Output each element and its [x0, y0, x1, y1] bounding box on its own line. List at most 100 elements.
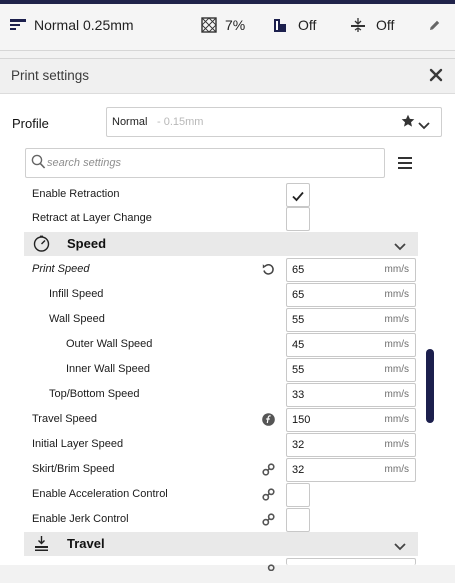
field-unit: mm/s — [384, 339, 409, 350]
setting-skirt-brim-speed: Skirt/Brim Speed 32 mm/s — [24, 458, 418, 483]
field-value: 150 — [292, 414, 311, 426]
setting-travel-speed: Travel Speed 150 mm/s — [24, 408, 418, 433]
setting-label: Outer Wall Speed — [66, 338, 153, 350]
wall-speed-input[interactable]: 55 mm/s — [286, 308, 416, 332]
profile-dropdown-layer-height: - 0.15mm — [157, 116, 204, 128]
search-placeholder: search settings — [47, 157, 121, 169]
field-value: 55 — [292, 314, 305, 326]
enable-retraction-checkbox[interactable] — [286, 183, 310, 207]
setting-print-speed: Print Speed 65 mm/s — [24, 258, 418, 283]
travel-icon — [33, 535, 50, 557]
setting-wall-speed: Wall Speed 55 mm/s — [24, 308, 418, 333]
profile-label: Profile — [12, 116, 49, 131]
chevron-down-icon — [394, 238, 406, 256]
inner-wall-speed-input[interactable]: 55 mm/s — [286, 358, 416, 382]
infill-value: 7% — [225, 17, 246, 33]
panel-header: Print settings — [0, 59, 455, 94]
field-unit: mm/s — [384, 264, 409, 275]
adhesion-value: Off — [376, 17, 395, 33]
profile-dropdown[interactable]: Normal - 0.15mm — [106, 107, 442, 137]
top-bottom-speed-input[interactable]: 33 mm/s — [286, 383, 416, 407]
setting-label: Enable Jerk Control — [32, 513, 129, 525]
print-speed-input[interactable]: 65 mm/s — [286, 258, 416, 282]
support-icon — [272, 17, 288, 33]
scrollbar-thumb[interactable] — [426, 349, 434, 423]
panel-title: Print settings — [11, 68, 90, 83]
link-icon[interactable] — [262, 488, 275, 501]
adhesion-summary[interactable]: Off — [350, 12, 394, 38]
profile-summary[interactable]: Normal 0.25mm — [10, 12, 134, 38]
setting-label: Skirt/Brim Speed — [32, 463, 115, 475]
field-value: 65 — [292, 264, 305, 276]
field-value: 32 — [292, 439, 305, 451]
link-icon[interactable] — [262, 513, 275, 526]
field-value: 32 — [292, 464, 305, 476]
infill-speed-input[interactable]: 65 mm/s — [286, 283, 416, 307]
support-summary[interactable]: Off — [272, 12, 316, 38]
enable-jerk-checkbox[interactable] — [286, 508, 310, 532]
setting-infill-speed: Infill Speed 65 mm/s — [24, 283, 418, 308]
setting-label: Travel Speed — [32, 413, 98, 425]
pencil-icon — [428, 19, 441, 32]
print-settings-panel: Print settings Profile Normal - 0.15mm s… — [0, 58, 455, 572]
search-settings-input[interactable]: search settings — [25, 148, 385, 178]
enable-acceleration-checkbox[interactable] — [286, 483, 310, 507]
setting-label: Infill Speed — [49, 288, 104, 300]
field-value: 65 — [292, 289, 305, 301]
reset-icon[interactable] — [262, 263, 275, 276]
field-unit: mm/s — [384, 364, 409, 375]
print-profile-icon — [10, 17, 26, 33]
chevron-down-icon — [418, 117, 430, 135]
setting-outer-wall-speed: Outer Wall Speed 45 mm/s — [24, 333, 418, 358]
link-icon[interactable] — [262, 463, 275, 476]
print-setup-bar[interactable]: Normal 0.25mm 7% Off Off — [0, 0, 455, 51]
profile-dropdown-name: Normal — [112, 116, 148, 128]
speedometer-icon — [33, 235, 50, 257]
setting-enable-acceleration: Enable Acceleration Control — [24, 483, 418, 508]
setting-inner-wall-speed: Inner Wall Speed 55 mm/s — [24, 358, 418, 383]
field-value: 55 — [292, 364, 305, 376]
close-icon[interactable] — [429, 68, 443, 82]
setting-enable-retraction: Enable Retraction — [24, 183, 418, 208]
settings-menu-icon[interactable] — [398, 156, 412, 174]
category-speed[interactable]: Speed — [24, 232, 418, 256]
skirt-brim-speed-input[interactable]: 32 mm/s — [286, 458, 416, 482]
star-icon[interactable] — [401, 114, 415, 133]
setting-enable-jerk: Enable Jerk Control — [24, 508, 418, 533]
setting-label: Top/Bottom Speed — [49, 388, 140, 400]
category-travel[interactable]: Travel — [24, 532, 418, 556]
field-value: 33 — [292, 389, 305, 401]
adhesion-icon — [350, 17, 366, 33]
field-unit: mm/s — [384, 389, 409, 400]
edit-settings-button[interactable] — [428, 12, 441, 38]
setting-label: Enable Acceleration Control — [32, 488, 168, 500]
field-value: 45 — [292, 339, 305, 351]
category-travel-label: Travel — [67, 536, 105, 551]
setting-label: Enable Retraction — [32, 188, 120, 200]
chevron-down-icon — [394, 538, 406, 556]
outer-wall-speed-input[interactable]: 45 mm/s — [286, 333, 416, 357]
checkmark-icon — [292, 189, 304, 207]
profile-summary-label: Normal 0.25mm — [34, 17, 134, 33]
link-icon[interactable] — [262, 558, 275, 572]
field-unit: mm/s — [384, 414, 409, 425]
travel-speed-input[interactable]: 150 mm/s — [286, 408, 416, 432]
function-icon[interactable] — [262, 413, 275, 426]
setting-label: Inner Wall Speed — [66, 363, 150, 375]
setting-label: Print Speed — [32, 263, 90, 275]
retract-layer-change-checkbox[interactable] — [286, 207, 310, 231]
setting-retract-layer-change: Retract at Layer Change — [24, 207, 418, 232]
initial-layer-speed-input[interactable]: 32 mm/s — [286, 433, 416, 457]
setting-partial-row — [24, 558, 418, 583]
setting-label: Retract at Layer Change — [32, 212, 152, 224]
support-value: Off — [298, 17, 317, 33]
search-icon — [31, 154, 46, 175]
category-speed-label: Speed — [67, 236, 107, 251]
infill-icon — [201, 17, 217, 33]
field-unit: mm/s — [384, 464, 409, 475]
field-unit: mm/s — [384, 314, 409, 325]
infill-summary[interactable]: 7% — [201, 12, 245, 38]
setting-label: Initial Layer Speed — [32, 438, 124, 450]
setting-label: Wall Speed — [49, 313, 105, 325]
setting-top-bottom-speed: Top/Bottom Speed 33 mm/s — [24, 383, 418, 408]
